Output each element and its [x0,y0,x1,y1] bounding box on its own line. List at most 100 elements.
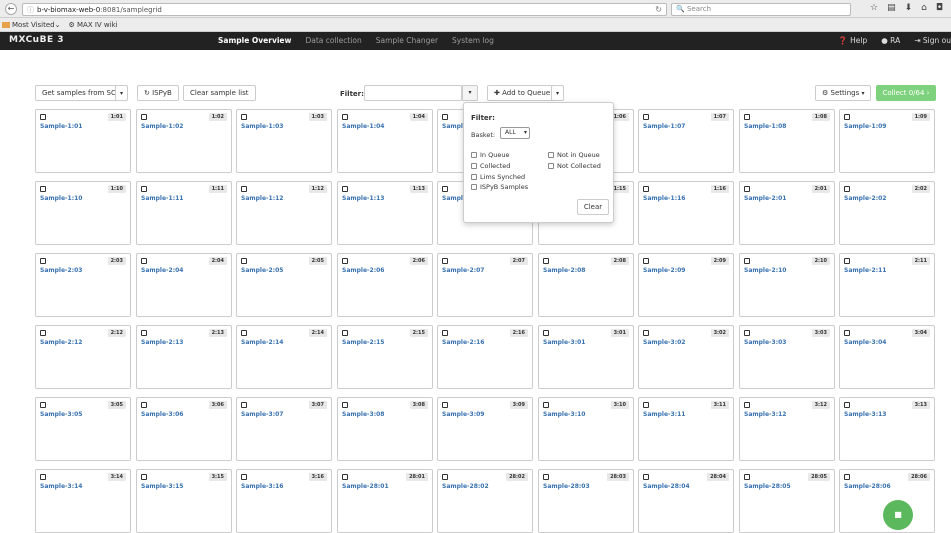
sample-name-link[interactable]: Sample-1:04 [342,123,384,130]
sample-card[interactable]: 2:06 Sample-2:06 [337,253,433,317]
sample-checkbox[interactable] [40,330,46,336]
ispyb-button[interactable]: ↻ ISPyB [137,85,179,101]
sample-name-link[interactable]: Sample-28:06 [844,483,891,490]
sample-checkbox[interactable] [744,114,750,120]
sample-checkbox[interactable] [342,186,348,192]
sample-checkbox[interactable] [844,474,850,480]
sample-name-link[interactable]: Sample-3:01 [543,339,585,346]
nav-sample-overview[interactable]: Sample Overview [218,36,291,45]
sample-card[interactable]: 28:02 Sample-28:02 [437,469,533,533]
sample-checkbox[interactable] [141,186,147,192]
sample-name-link[interactable]: Sample-3:12 [744,411,786,418]
sample-name-link[interactable]: Sample-2:16 [442,339,484,346]
sample-checkbox[interactable] [342,330,348,336]
sample-checkbox[interactable] [141,402,147,408]
sample-card[interactable]: 3:07 Sample-3:07 [236,397,332,461]
sample-checkbox[interactable] [40,402,46,408]
sample-checkbox[interactable] [342,258,348,264]
sample-name-link[interactable]: Sample-28:01 [342,483,389,490]
sample-card[interactable]: 3:11 Sample-3:11 [638,397,734,461]
add-to-queue-button[interactable]: ✚ Add to Queue [487,85,558,101]
filter-input[interactable] [364,85,462,101]
sample-card[interactable]: 3:01 Sample-3:01 [538,325,634,389]
sample-checkbox[interactable] [241,402,247,408]
basket-select[interactable]: ALL ▾ [500,127,530,139]
filter-collected[interactable]: Collected [471,162,510,170]
sample-card[interactable]: 3:12 Sample-3:12 [739,397,835,461]
nav-data-collection[interactable]: Data collection [305,36,361,45]
sample-name-link[interactable]: Sample-1:09 [844,123,886,130]
sample-checkbox[interactable] [844,186,850,192]
sample-card[interactable]: 2:12 Sample-2:12 [35,325,131,389]
sample-card[interactable]: 1:09 Sample-1:09 [839,109,935,173]
bookmark-most-visited[interactable]: Most Visited⌄ [2,21,60,29]
url-bar[interactable]: ⓘ b-v-biomax-web-0:8081/samplegrid ↻ [22,3,667,16]
sample-card[interactable]: 1:11 Sample-1:11 [136,181,232,245]
sample-name-link[interactable]: Sample-2:15 [342,339,384,346]
sample-name-link[interactable]: Sample-3:11 [643,411,685,418]
sample-card[interactable]: 3:03 Sample-3:03 [739,325,835,389]
sample-card[interactable]: 3:08 Sample-3:08 [337,397,433,461]
sample-card[interactable]: 2:03 Sample-2:03 [35,253,131,317]
filter-clear-button[interactable]: Clear [577,199,609,215]
sample-name-link[interactable]: Sample-2:13 [141,339,183,346]
sample-card[interactable]: 1:13 Sample-1:13 [337,181,433,245]
sample-card[interactable]: 3:09 Sample-3:09 [437,397,533,461]
sample-card[interactable]: 1:10 Sample-1:10 [35,181,131,245]
sample-name-link[interactable]: Sample-3:10 [543,411,585,418]
sample-card[interactable]: 2:13 Sample-2:13 [136,325,232,389]
sample-name-link[interactable]: Sample-2:14 [241,339,283,346]
sample-checkbox[interactable] [141,474,147,480]
sample-checkbox[interactable] [442,330,448,336]
sample-card[interactable]: 1:12 Sample-1:12 [236,181,332,245]
reload-icon[interactable]: ↻ [655,5,662,14]
info-icon[interactable]: ⓘ [27,5,34,15]
sample-card[interactable]: 3:10 Sample-3:10 [538,397,634,461]
nav-help[interactable]: ❓ Help [838,36,867,45]
sample-checkbox[interactable] [744,258,750,264]
sample-name-link[interactable]: Sample-2:03 [40,267,82,274]
sample-name-link[interactable]: Sample-2:02 [844,195,886,202]
sample-checkbox[interactable] [342,474,348,480]
sample-checkbox[interactable] [241,114,247,120]
sample-name-link[interactable]: Sample-1:13 [342,195,384,202]
sample-card[interactable]: 28:04 Sample-28:04 [638,469,734,533]
sample-card[interactable]: 1:16 Sample-1:16 [638,181,734,245]
sample-card[interactable]: 2:07 Sample-2:07 [437,253,533,317]
filter-not-collected[interactable]: Not Collected [548,162,601,170]
sample-checkbox[interactable] [643,258,649,264]
filter-ispyb-samples[interactable]: ISPyB Samples [471,183,528,191]
sample-checkbox[interactable] [442,474,448,480]
sample-card[interactable]: 1:01 Sample-1:01 [35,109,131,173]
sample-checkbox[interactable] [744,186,750,192]
nav-sign-out[interactable]: ⇥ Sign ou [914,36,951,45]
sample-checkbox[interactable] [241,186,247,192]
sample-card[interactable]: 28:03 Sample-28:03 [538,469,634,533]
sample-checkbox[interactable] [643,330,649,336]
sample-name-link[interactable]: Sample-3:05 [40,411,82,418]
sample-checkbox[interactable] [442,258,448,264]
sample-checkbox[interactable] [40,258,46,264]
sample-card[interactable]: 3:05 Sample-3:05 [35,397,131,461]
sample-checkbox[interactable] [141,114,147,120]
get-samples-button[interactable]: Get samples from SC [35,85,123,101]
sample-name-link[interactable]: Sample-2:07 [442,267,484,274]
sample-name-link[interactable]: Sample-3:16 [241,483,283,490]
sample-card[interactable]: 1:07 Sample-1:07 [638,109,734,173]
sample-name-link[interactable]: Sample-3:14 [40,483,82,490]
download-icon[interactable]: ⬇ [905,3,913,13]
settings-button[interactable]: ⚙ Settings ▾ [815,85,872,101]
clear-sample-list-button[interactable]: Clear sample list [183,85,256,101]
sample-name-link[interactable]: Sample-3:03 [744,339,786,346]
sample-checkbox[interactable] [141,258,147,264]
get-samples-dropdown[interactable]: ▾ [115,85,129,101]
sample-checkbox[interactable] [744,474,750,480]
sample-name-link[interactable]: Sample-2:11 [844,267,886,274]
sample-card[interactable]: 2:02 Sample-2:02 [839,181,935,245]
sample-checkbox[interactable] [241,258,247,264]
pocket-icon[interactable]: ◘ [936,3,943,13]
bookmark-wiki[interactable]: ⚙ MAX IV wiki [68,21,117,29]
filter-dropdown-button[interactable]: ▾ [462,85,478,101]
filter-lims-synched[interactable]: Lims Synched [471,173,525,181]
sample-card[interactable]: 3:14 Sample-3:14 [35,469,131,533]
